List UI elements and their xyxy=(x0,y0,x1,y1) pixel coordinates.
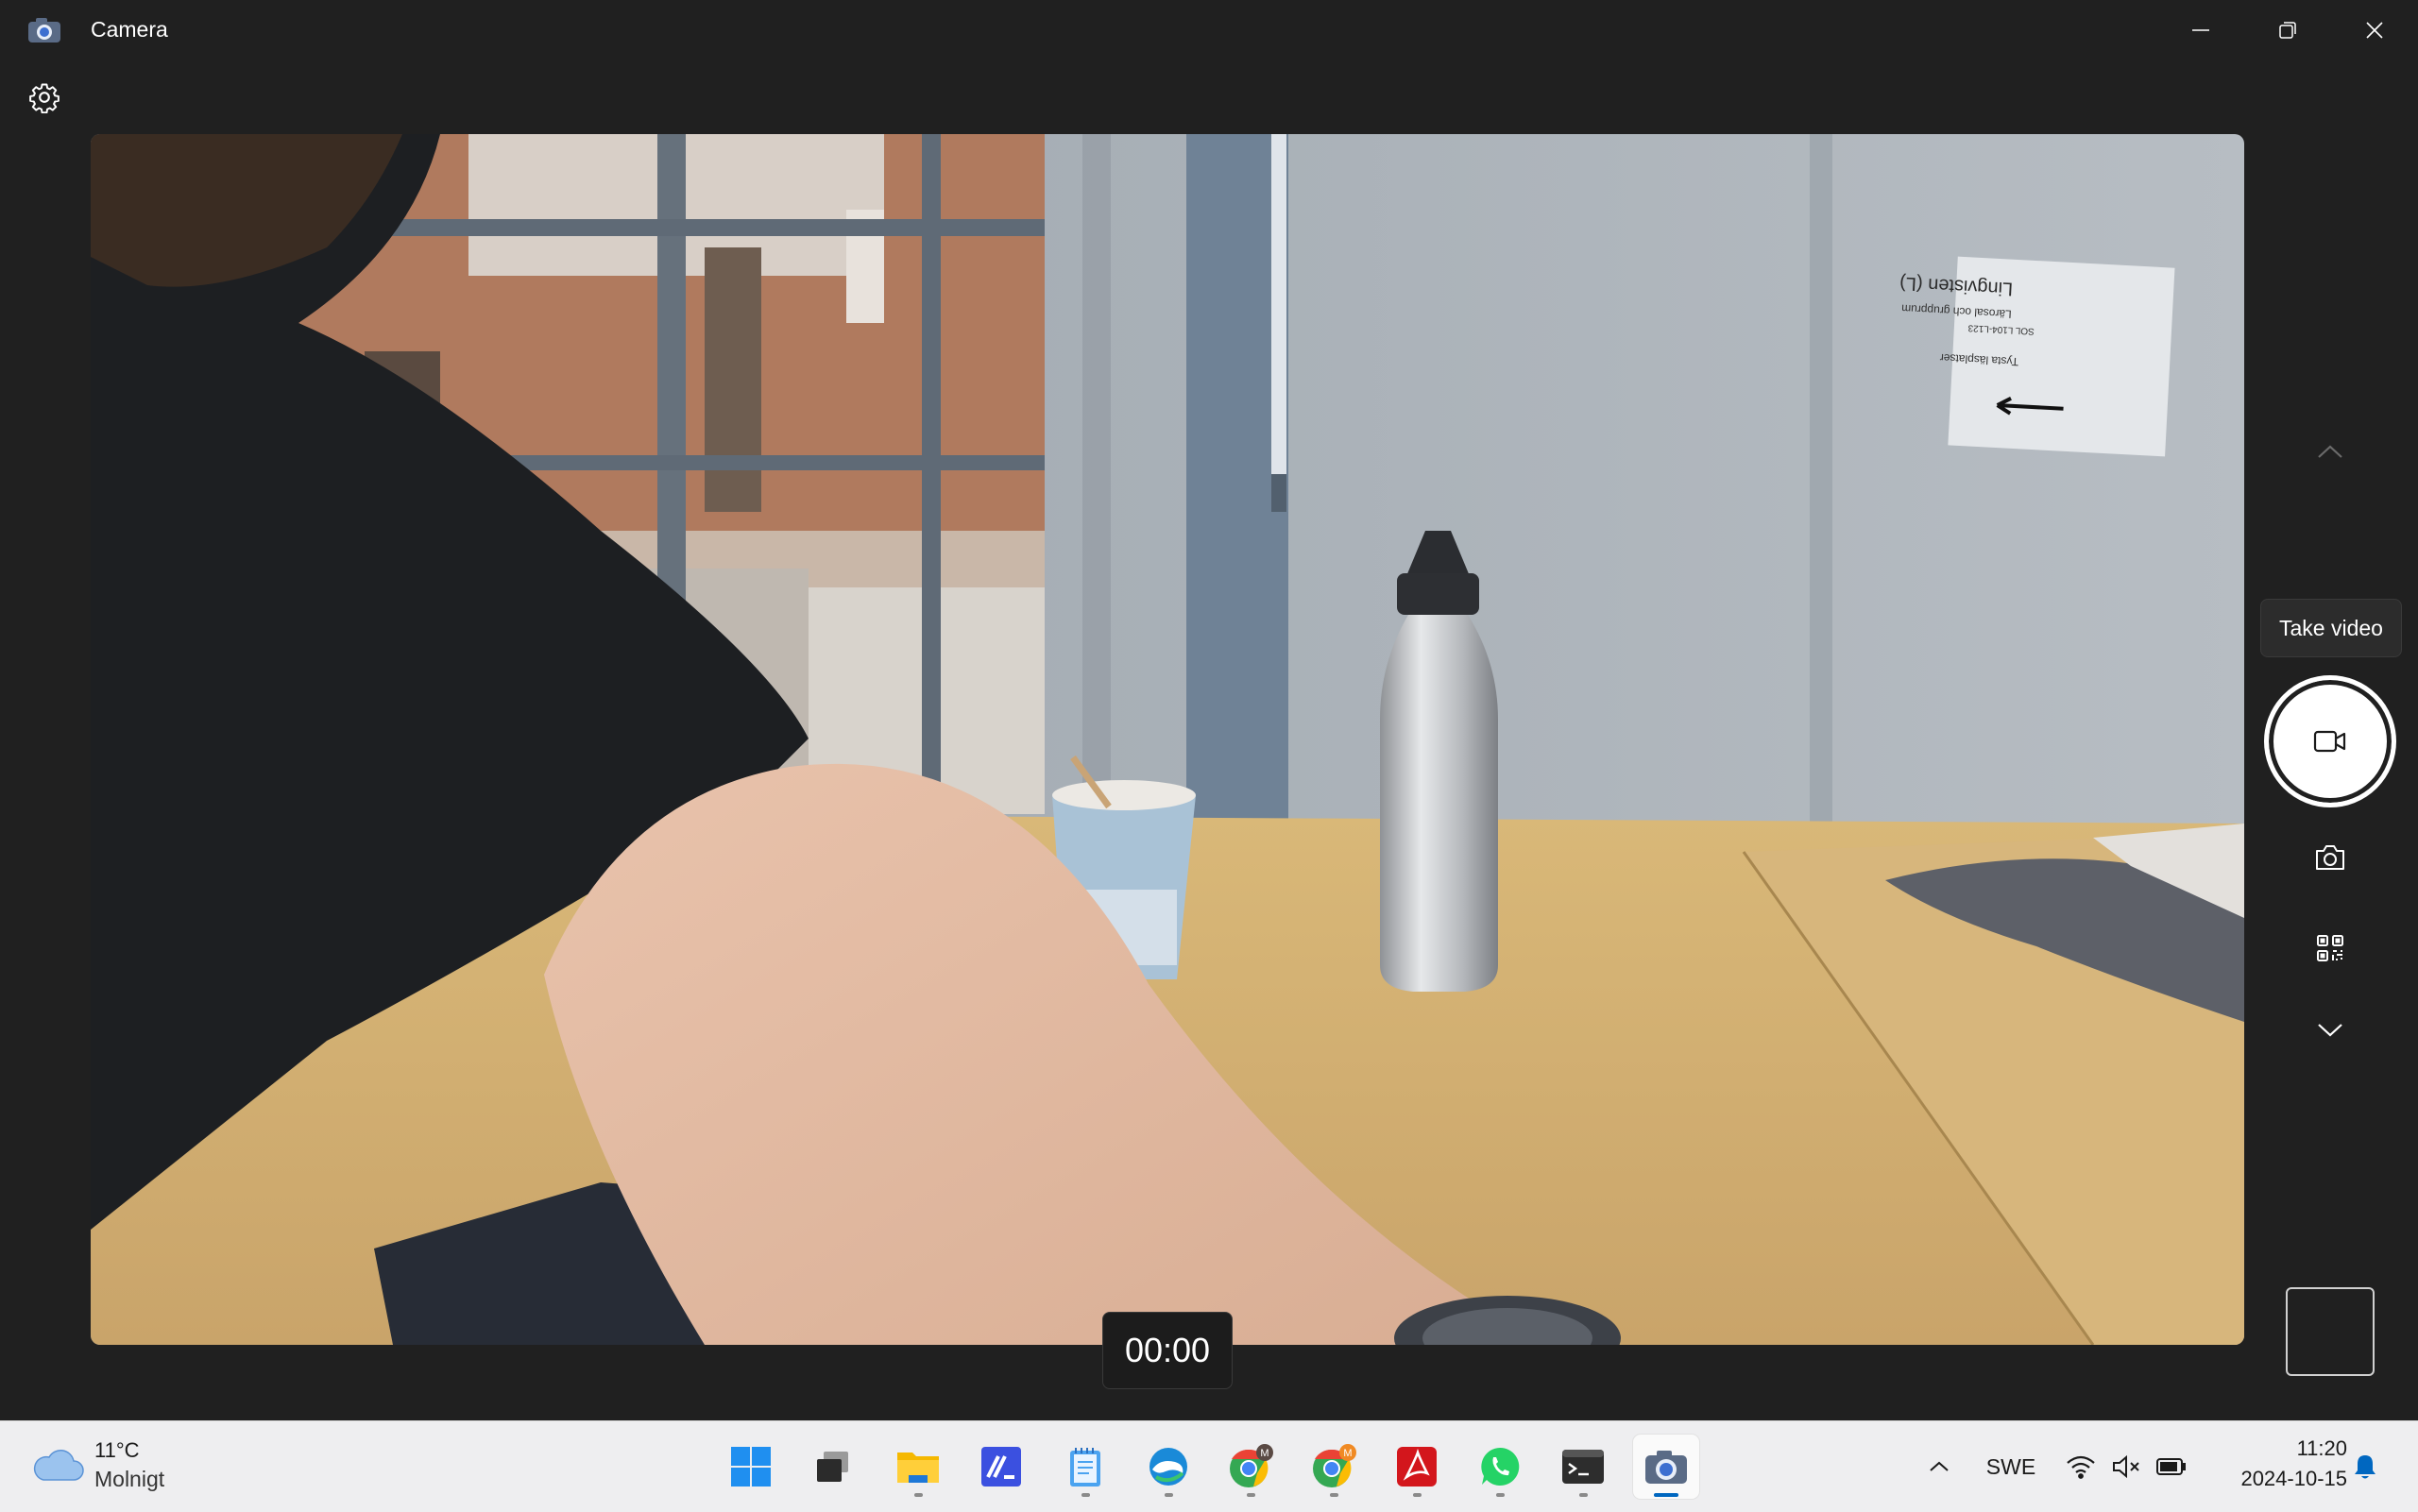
restore-icon xyxy=(2279,22,2296,39)
take-video-tooltip: Take video xyxy=(2260,599,2402,657)
volume-status[interactable] xyxy=(2104,1444,2148,1489)
weather-description: Molnigt xyxy=(94,1467,165,1491)
input-language[interactable]: SWE xyxy=(1978,1444,2044,1489)
folder-icon xyxy=(897,1453,939,1483)
chrome-icon: M xyxy=(1313,1444,1356,1487)
minimize-button[interactable] xyxy=(2157,0,2244,60)
close-button[interactable] xyxy=(2331,0,2418,60)
camera-app-icon xyxy=(1645,1451,1687,1484)
camera-app-icon xyxy=(28,18,60,42)
clock-date: 2024-10-15 xyxy=(2240,1467,2347,1490)
taskbar-visual-studio[interactable] xyxy=(968,1435,1034,1499)
qr-scan-button[interactable] xyxy=(2307,926,2353,971)
acrobat-icon xyxy=(1397,1447,1437,1487)
edge-browser-icon xyxy=(1149,1448,1187,1486)
notifications-button[interactable] xyxy=(2344,1444,2386,1489)
chevron-down-icon xyxy=(2318,1024,2342,1037)
preview-scene: Lingvisten (L) Lärosal och grupprum SOL … xyxy=(91,134,2244,1345)
taskbar-task-view[interactable] xyxy=(800,1435,866,1499)
task-view-icon xyxy=(817,1452,848,1482)
video-camera-icon xyxy=(2313,730,2346,753)
taskbar-terminal[interactable] xyxy=(1550,1435,1616,1499)
qr-code-icon xyxy=(2317,935,2343,961)
battery-icon xyxy=(2156,1458,2186,1475)
chevron-up-icon xyxy=(2318,445,2342,458)
maximize-button[interactable] xyxy=(2244,0,2331,60)
taskbar-edge[interactable] xyxy=(1135,1435,1201,1499)
scroll-down-button[interactable] xyxy=(2307,1007,2353,1052)
chrome-icon: M xyxy=(1230,1444,1273,1487)
taskbar-file-explorer[interactable] xyxy=(885,1435,951,1499)
settings-button[interactable] xyxy=(23,76,66,119)
battery-status[interactable] xyxy=(2150,1444,2193,1489)
taskbar-chrome-2[interactable]: M xyxy=(1301,1435,1367,1499)
close-icon xyxy=(2366,22,2383,39)
taskbar-notepad[interactable] xyxy=(1052,1435,1118,1499)
taskbar-chrome-1[interactable]: M xyxy=(1218,1435,1284,1499)
taskbar-acrobat[interactable] xyxy=(1384,1435,1450,1499)
camera-preview[interactable]: Lingvisten (L) Lärosal och grupprum SOL … xyxy=(91,134,2244,1345)
last-capture-thumbnail[interactable] xyxy=(2286,1287,2375,1376)
cloud-icon xyxy=(33,1450,84,1481)
taskbar-start-button[interactable] xyxy=(718,1435,784,1499)
clock-time: 11:20 xyxy=(2296,1436,2347,1460)
photo-mode-button[interactable] xyxy=(2307,835,2353,880)
visual-studio-icon xyxy=(981,1447,1021,1487)
photo-camera-icon xyxy=(2316,845,2344,870)
speaker-muted-icon xyxy=(2113,1454,2139,1479)
bell-icon xyxy=(2355,1455,2375,1479)
chevron-up-icon xyxy=(1930,1461,1949,1471)
notepad-icon xyxy=(1070,1448,1100,1487)
take-video-button[interactable] xyxy=(2264,675,2396,807)
gear-icon xyxy=(29,83,60,113)
taskbar-camera[interactable] xyxy=(1633,1435,1699,1499)
wifi-status[interactable] xyxy=(2059,1444,2103,1489)
taskbar-whatsapp[interactable] xyxy=(1467,1435,1533,1499)
title-bar: Camera xyxy=(0,0,2418,60)
whatsapp-icon xyxy=(1481,1447,1520,1486)
svg-text:M: M xyxy=(1343,1448,1352,1459)
scroll-up-button[interactable] xyxy=(2307,430,2353,475)
recording-timer: 00:00 xyxy=(1102,1312,1233,1389)
taskbar: 11°C Molnigt M M SWE 11:20 2024-10-15 xyxy=(0,1420,2418,1512)
svg-text:M: M xyxy=(1260,1448,1269,1459)
windows-logo-icon xyxy=(731,1447,771,1487)
weather-temperature: 11°C xyxy=(94,1438,140,1462)
minimize-icon xyxy=(2192,29,2209,31)
wifi-icon xyxy=(2067,1455,2095,1479)
window-title: Camera xyxy=(91,17,168,42)
terminal-icon xyxy=(1562,1450,1604,1484)
tray-overflow-button[interactable] xyxy=(1917,1444,1961,1489)
